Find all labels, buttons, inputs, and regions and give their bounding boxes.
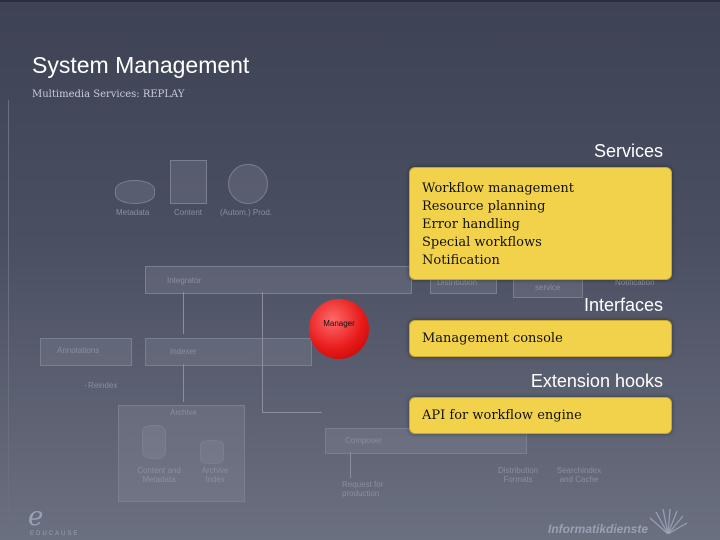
connector (183, 292, 184, 334)
sun-logo-icon (649, 508, 688, 534)
composer-label: Composer (345, 436, 382, 445)
slide-subtitle: Multimedia Services: REPLAY (32, 89, 185, 100)
source-production: (Autom.) Prod. (220, 208, 273, 217)
content-metadata-label: Content and Metadata (137, 466, 181, 484)
extension-hooks-panel: API for workflow engine (409, 397, 672, 434)
annotations-label: Annotations (57, 346, 100, 355)
archive-index-label: Archive Index (201, 466, 229, 484)
extension-hooks-label: Extension hooks (530, 371, 663, 391)
footer-brand: Informatikdienste (548, 522, 649, 536)
interfaces-item: Management console (422, 331, 563, 346)
top-rule (0, 0, 720, 2)
connector (350, 452, 351, 478)
connector (262, 292, 263, 412)
left-rule (8, 100, 9, 530)
connector (85, 385, 86, 386)
request-label: Request for production (342, 480, 384, 498)
reindex-label: Reindex (88, 381, 118, 390)
slide-title: System Management (32, 52, 250, 78)
service-label: service (535, 283, 561, 292)
services-label: Services (593, 141, 663, 161)
extension-hooks-item: API for workflow engine (422, 408, 582, 423)
source-metadata: Metadata (116, 208, 150, 217)
connector (183, 364, 184, 402)
educause-logo: e (28, 502, 44, 532)
content-metadata-icon (142, 425, 166, 459)
services-item: Workflow management (422, 181, 574, 196)
search-caches-label: Searchindex and Cache (556, 466, 602, 484)
integrator-label: Integrator (167, 276, 202, 285)
archive-index-icon (200, 440, 224, 464)
services-panel: Workflow management Resource planning Er… (409, 167, 672, 280)
services-item: Special workflows (422, 235, 542, 250)
services-item: Error handling (422, 217, 520, 232)
connector (262, 412, 322, 413)
archive-box (118, 405, 245, 502)
content-icon (170, 160, 207, 204)
manager-node: Manager (309, 299, 369, 359)
source-content: Content (174, 208, 203, 217)
services-item: Notification (422, 253, 500, 268)
interfaces-label: Interfaces (583, 295, 663, 315)
services-item: Resource planning (422, 199, 546, 214)
distribution-formats-label: Distribution Formats (497, 466, 538, 484)
metadata-icon (115, 180, 155, 204)
educause-logo-text: EDUCAUSE (30, 531, 80, 537)
interfaces-panel: Management console (409, 320, 672, 357)
indexer-label: Indexer (170, 347, 197, 356)
archive-label: Archive (170, 408, 197, 417)
production-icon (228, 164, 268, 204)
